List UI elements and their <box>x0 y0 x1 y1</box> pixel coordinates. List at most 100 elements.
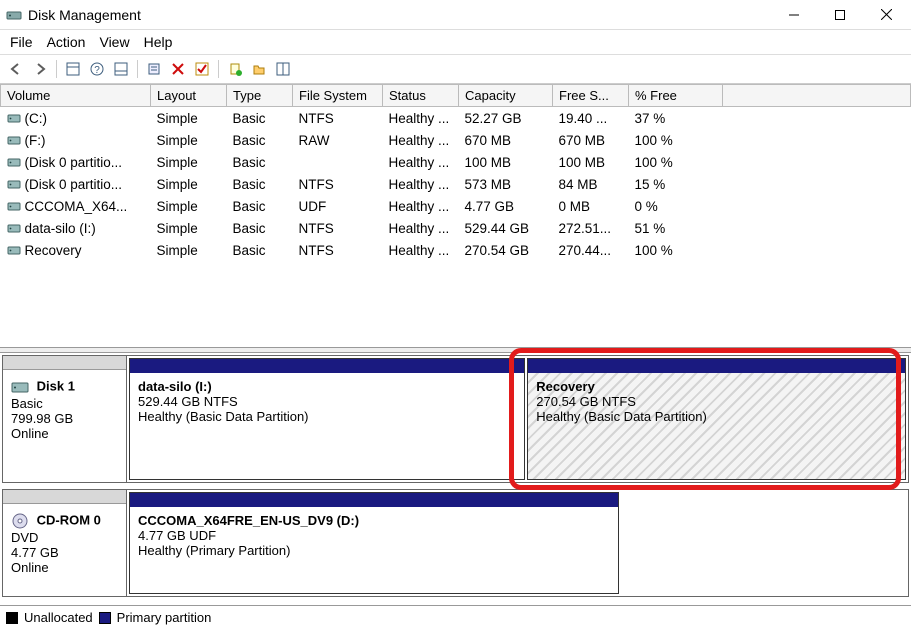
vol-free: 84 MB <box>553 173 629 195</box>
help-icon[interactable]: ? <box>87 59 107 79</box>
vol-type: Basic <box>227 217 293 239</box>
col-pctfree[interactable]: % Free <box>629 85 723 107</box>
disk-row-disk1[interactable]: Disk 1 Basic 799.98 GB Online data-silo … <box>2 355 909 483</box>
vol-fs <box>293 151 383 173</box>
vol-fs: NTFS <box>293 107 383 130</box>
partition-size: 4.77 GB UDF <box>138 528 610 543</box>
drive-icon <box>7 155 21 169</box>
table-row[interactable]: (Disk 0 partitio...SimpleBasicHealthy ..… <box>1 151 911 173</box>
partition-cccoma[interactable]: CCCOMA_X64FRE_EN-US_DV9 (D:) 4.77 GB UDF… <box>129 492 619 594</box>
vol-free: 19.40 ... <box>553 107 629 130</box>
drive-icon <box>7 243 21 257</box>
folder-icon[interactable] <box>249 59 269 79</box>
vol-fs: NTFS <box>293 217 383 239</box>
flex-spacer <box>0 261 911 347</box>
col-volume[interactable]: Volume <box>1 85 151 107</box>
table-row[interactable]: data-silo (I:)SimpleBasicNTFSHealthy ...… <box>1 217 911 239</box>
toolbar-separator <box>56 60 57 78</box>
drive-icon <box>7 111 21 125</box>
vol-layout: Simple <box>151 217 227 239</box>
close-button[interactable] <box>863 0 909 30</box>
partition-recovery[interactable]: Recovery 270.54 GB NTFS Healthy (Basic D… <box>527 358 906 480</box>
disc-icon <box>11 512 29 530</box>
col-capacity[interactable]: Capacity <box>459 85 553 107</box>
vol-name: CCCOMA_X64... <box>25 199 128 214</box>
disk-partitions: data-silo (I:) 529.44 GB NTFS Healthy (B… <box>127 356 908 482</box>
vol-name: (F:) <box>25 133 46 148</box>
legend-unallocated: Unallocated <box>24 610 93 625</box>
vol-pctfree: 51 % <box>629 217 723 239</box>
vol-status: Healthy ... <box>383 107 459 130</box>
partition-header <box>528 359 905 373</box>
drive-icon <box>7 177 21 191</box>
vol-pctfree: 15 % <box>629 173 723 195</box>
col-fs[interactable]: File System <box>293 85 383 107</box>
drive-icon <box>7 199 21 213</box>
vol-capacity: 529.44 GB <box>459 217 553 239</box>
table-row[interactable]: (C:)SimpleBasicNTFSHealthy ...52.27 GB19… <box>1 107 911 130</box>
title-bar: Disk Management <box>0 0 911 30</box>
delete-icon[interactable] <box>168 59 188 79</box>
disk-status: Online <box>11 560 118 575</box>
vol-pctfree: 37 % <box>629 107 723 130</box>
vol-free: 0 MB <box>553 195 629 217</box>
partition-header <box>130 359 524 373</box>
table-row[interactable]: CCCOMA_X64...SimpleBasicUDFHealthy ...4.… <box>1 195 911 217</box>
disk-name: Disk 1 <box>37 378 75 393</box>
col-status[interactable]: Status <box>383 85 459 107</box>
col-type[interactable]: Type <box>227 85 293 107</box>
vol-pctfree: 100 % <box>629 239 723 261</box>
forward-icon[interactable] <box>30 59 50 79</box>
vol-fs: NTFS <box>293 239 383 261</box>
partition-status: Healthy (Primary Partition) <box>138 543 610 558</box>
vol-fs: RAW <box>293 129 383 151</box>
maximize-button[interactable] <box>817 0 863 30</box>
vol-type: Basic <box>227 129 293 151</box>
minimize-button[interactable] <box>771 0 817 30</box>
disk-row-cdrom0[interactable]: CD-ROM 0 DVD 4.77 GB Online CCCOMA_X64FR… <box>2 489 909 597</box>
doc-add-icon[interactable] <box>225 59 245 79</box>
disk-type: Basic <box>11 396 118 411</box>
view-top-icon[interactable] <box>63 59 83 79</box>
table-row[interactable]: RecoverySimpleBasicNTFSHealthy ...270.54… <box>1 239 911 261</box>
app-icon <box>6 7 22 23</box>
drive-icon <box>7 221 21 235</box>
view-bottom-icon[interactable] <box>111 59 131 79</box>
vol-pctfree: 100 % <box>629 129 723 151</box>
col-layout[interactable]: Layout <box>151 85 227 107</box>
vol-type: Basic <box>227 239 293 261</box>
disk-size: 4.77 GB <box>11 545 118 560</box>
vol-type: Basic <box>227 173 293 195</box>
vol-capacity: 4.77 GB <box>459 195 553 217</box>
vol-free: 270.44... <box>553 239 629 261</box>
vol-free: 670 MB <box>553 129 629 151</box>
table-row[interactable]: (Disk 0 partitio...SimpleBasicNTFSHealth… <box>1 173 911 195</box>
volume-table[interactable]: Volume Layout Type File System Status Ca… <box>0 84 911 261</box>
menu-help[interactable]: Help <box>144 34 173 50</box>
menu-file[interactable]: File <box>10 34 33 50</box>
vol-layout: Simple <box>151 195 227 217</box>
back-icon[interactable] <box>6 59 26 79</box>
toolbar-separator <box>137 60 138 78</box>
vol-free: 100 MB <box>553 151 629 173</box>
vol-capacity: 573 MB <box>459 173 553 195</box>
vol-free: 272.51... <box>553 217 629 239</box>
list-icon[interactable] <box>273 59 293 79</box>
disk-size: 799.98 GB <box>11 411 118 426</box>
table-header-row: Volume Layout Type File System Status Ca… <box>1 85 911 107</box>
menu-action[interactable]: Action <box>47 34 86 50</box>
table-row[interactable]: (F:)SimpleBasicRAWHealthy ...670 MB670 M… <box>1 129 911 151</box>
menu-view[interactable]: View <box>99 34 129 50</box>
partition-header <box>130 493 618 507</box>
vol-layout: Simple <box>151 173 227 195</box>
volume-list-pane: Volume Layout Type File System Status Ca… <box>0 84 911 261</box>
swatch-primary <box>99 612 111 624</box>
col-free[interactable]: Free S... <box>553 85 629 107</box>
check-icon[interactable] <box>192 59 212 79</box>
legend: Unallocated Primary partition <box>0 605 911 629</box>
vol-type: Basic <box>227 195 293 217</box>
partition-data-silo[interactable]: data-silo (I:) 529.44 GB NTFS Healthy (B… <box>129 358 525 480</box>
partition-size: 529.44 GB NTFS <box>138 394 516 409</box>
properties-icon[interactable] <box>144 59 164 79</box>
disk-map-pane: Disk 1 Basic 799.98 GB Online data-silo … <box>0 353 911 605</box>
